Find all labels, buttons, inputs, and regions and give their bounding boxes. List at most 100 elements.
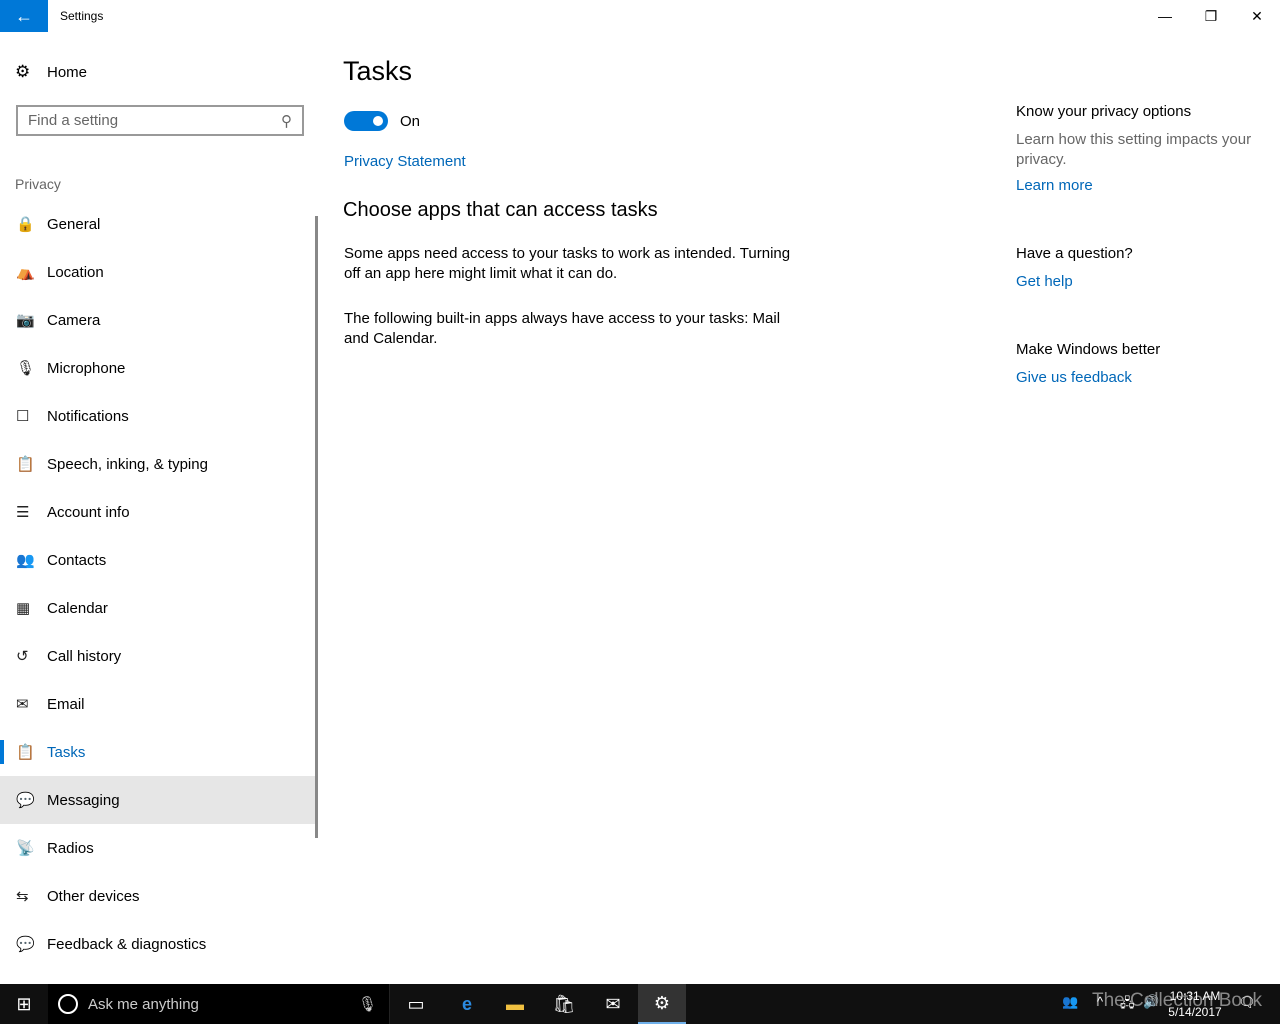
sidebar-item-label: Calendar (47, 599, 108, 617)
folder-icon: ▬ (506, 993, 524, 1014)
microphone-icon: 🎙 (357, 996, 377, 1013)
action-center-icon[interactable]: 🗨 (1238, 994, 1256, 1011)
start-button[interactable]: ⊞ (0, 984, 48, 1024)
location-icon: ⛺ (16, 264, 35, 281)
account-info-icon: ☰ (16, 504, 30, 521)
section-heading: Choose apps that can access tasks (343, 199, 658, 221)
cortana-icon (58, 994, 78, 1014)
privacy-statement-link[interactable]: Privacy Statement (344, 153, 466, 170)
search-icon: ⚲ (281, 112, 292, 130)
sidebar-item-notifications[interactable]: ☐ Notifications (0, 392, 316, 440)
sidebar-item-radios[interactable]: 📡 Radios (0, 824, 316, 872)
home-link[interactable]: ⚙ Home (15, 62, 87, 82)
sidebar-item-label: Messaging (47, 791, 120, 809)
tasks-icon: 📋 (16, 744, 35, 761)
people-icon[interactable]: 👥 (1062, 994, 1078, 1010)
category-label: Privacy (15, 176, 61, 192)
task-view-icon: ▭ (407, 993, 425, 1014)
mail-icon: ✉ (605, 993, 621, 1014)
other-devices-icon: ⇆ (16, 888, 29, 905)
windows-icon: ⊞ (16, 993, 32, 1014)
sidebar-item-speech-inking-typing[interactable]: 📋 Speech, inking, & typing (0, 440, 316, 488)
sidebar-item-label: Location (47, 263, 104, 281)
network-icon[interactable]: 🖧 (1120, 994, 1135, 1016)
sidebar-item-label: Feedback & diagnostics (47, 935, 207, 953)
sidebar-item-label: General (47, 215, 101, 233)
sidebar-item-other-devices[interactable]: ⇆ Other devices (0, 872, 316, 920)
date: 5/14/2017 (1168, 1005, 1222, 1019)
sidebar-item-label: Account info (47, 503, 130, 521)
volume-icon[interactable]: 🔊 (1143, 994, 1159, 1010)
search-input[interactable]: Find a setting ⚲ (16, 105, 304, 136)
feedback-link[interactable]: Give us feedback (1016, 368, 1266, 388)
arrow-left-icon: ← (15, 5, 33, 26)
sidebar-item-camera[interactable]: 📷 Camera (0, 296, 316, 344)
store-icon: 🛍 (552, 993, 576, 1014)
window-title: Settings (60, 9, 104, 23)
taskbar: ⊞ Ask me anything 🎙 ▭ e ▬ 🛍 ✉ ⚙ The Colle… (0, 984, 1280, 1024)
sidebar-item-label: Camera (47, 311, 101, 329)
sidebar-item-feedback-diagnostics[interactable]: 💬 Feedback & diagnostics (0, 920, 316, 968)
edge-icon: e (461, 993, 472, 1014)
sidebar-item-label: Call history (47, 647, 122, 665)
privacy-options-text: Learn how this setting impacts your priv… (1016, 131, 1252, 168)
sidebar-item-general[interactable]: 🔒 General (0, 200, 316, 248)
gear-icon: ⚙ (653, 992, 671, 1013)
gear-icon: ⚙ (15, 62, 31, 81)
contacts-icon: 👥 (16, 552, 35, 569)
sidebar-item-label: Other devices (47, 887, 140, 905)
sidebar-item-location[interactable]: ⛺ Location (0, 248, 316, 296)
feedback-icon: 💬 (16, 936, 35, 953)
camera-icon: 📷 (16, 312, 35, 329)
tasks-access-toggle[interactable] (344, 111, 388, 131)
sidebar-item-messaging[interactable]: 💬 Messaging (0, 776, 316, 824)
sidebar-item-call-history[interactable]: ↺ Call history (0, 632, 316, 680)
speech-icon: 📋 (16, 456, 35, 473)
lock-icon: 🔒 (16, 216, 35, 233)
built-in-apps-text: The following built-in apps always have … (344, 310, 781, 347)
sidebar-item-label: Notifications (47, 407, 129, 425)
task-view-button[interactable]: ▭ (392, 984, 440, 1024)
home-label: Home (47, 63, 88, 81)
sidebar-item-microphone[interactable]: 🎙 Microphone (0, 344, 316, 392)
sidebar-item-tasks[interactable]: 📋 Tasks (0, 728, 316, 776)
settings-taskbar-button[interactable]: ⚙ (638, 984, 686, 1024)
close-button[interactable]: ✕ (1234, 0, 1280, 32)
email-icon: ✉ (16, 696, 29, 713)
scrollbar[interactable] (315, 216, 318, 838)
notifications-icon: ☐ (16, 408, 30, 425)
store-button[interactable]: 🛍 (540, 984, 588, 1024)
time: 10:31 AM (1169, 989, 1221, 1003)
windows-better-heading: Make Windows better (1016, 341, 1161, 358)
page-title: Tasks (343, 56, 413, 86)
back-button[interactable]: ← (0, 0, 48, 32)
sidebar-item-label: Contacts (47, 551, 107, 569)
cortana-search[interactable]: Ask me anything 🎙 (48, 984, 390, 1024)
file-explorer-button[interactable]: ▬ (491, 984, 539, 1024)
messaging-icon: 💬 (16, 792, 35, 809)
chevron-up-icon[interactable]: ^ (1097, 994, 1103, 1009)
search-placeholder: Find a setting (28, 112, 119, 129)
restore-button[interactable]: ❐ (1188, 0, 1234, 32)
sidebar-item-label: Tasks (47, 743, 86, 761)
sidebar-item-label: Radios (47, 839, 94, 857)
get-help-link[interactable]: Get help (1016, 272, 1266, 292)
sidebar-item-account-info[interactable]: ☰ Account info (0, 488, 316, 536)
edge-button[interactable]: e (443, 984, 491, 1024)
sidebar-item-label: Speech, inking, & typing (47, 455, 208, 473)
sidebar-item-label: Email (47, 695, 85, 713)
description-text: Some apps need access to your tasks to w… (344, 245, 791, 282)
sidebar-item-calendar[interactable]: ▦ Calendar (0, 584, 316, 632)
radios-icon: 📡 (16, 840, 35, 857)
clock[interactable]: 10:31 AM 5/14/2017 (1160, 988, 1230, 1020)
call-history-icon: ↺ (16, 648, 29, 665)
microphone-icon: 🎙 (16, 360, 36, 377)
mail-button[interactable]: ✉ (589, 984, 637, 1024)
toggle-state: On (400, 113, 421, 130)
question-heading: Have a question? (1016, 245, 1133, 262)
minimize-button[interactable]: — (1142, 0, 1188, 32)
sidebar-item-contacts[interactable]: 👥 Contacts (0, 536, 316, 584)
privacy-options-heading: Know your privacy options (1016, 103, 1192, 120)
learn-more-link[interactable]: Learn more (1016, 176, 1266, 196)
sidebar-item-email[interactable]: ✉ Email (0, 680, 316, 728)
